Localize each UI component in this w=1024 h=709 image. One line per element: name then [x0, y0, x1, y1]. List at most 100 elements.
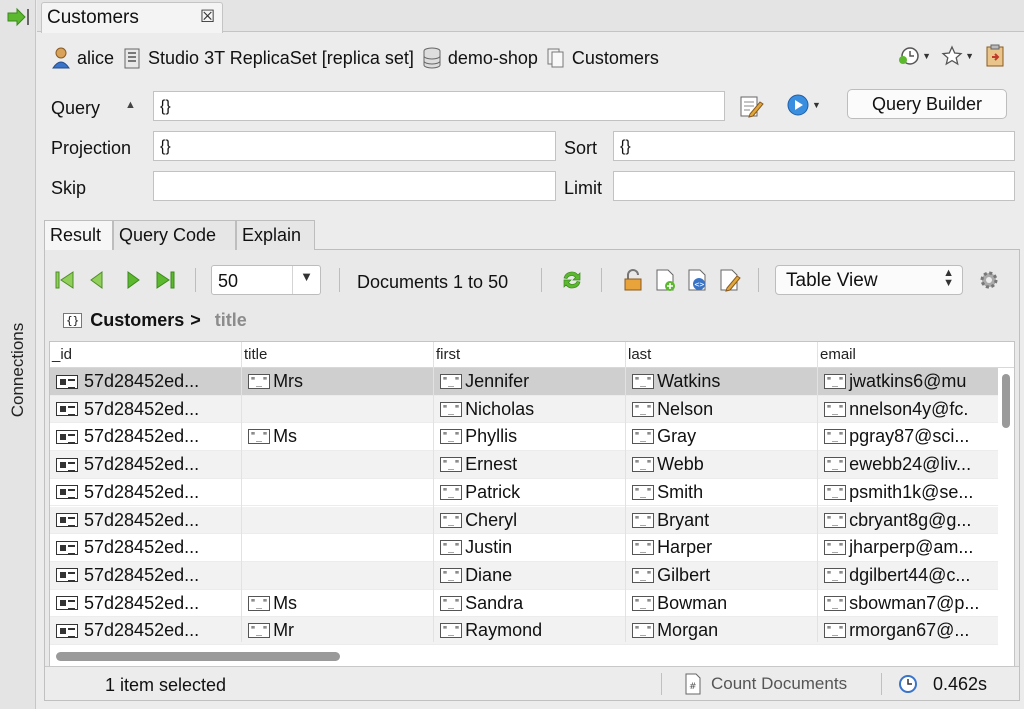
table-cell-title[interactable]: "_" Mrs — [248, 371, 428, 392]
string-type-icon: "_" — [248, 595, 271, 611]
table-row[interactable]: 57d28452ed... "_" Cheryl "_" Bryant "_" cbryan… — [50, 506, 998, 535]
table-row[interactable]: 57d28452ed... "_" Nicholas "_" Nelson "_" nnel… — [50, 395, 998, 424]
table-cell-id[interactable]: 57d28452ed... — [56, 454, 236, 475]
table-cell-last[interactable]: "_" Webb — [632, 454, 812, 475]
table-cell-last[interactable]: "_" Nelson — [632, 399, 812, 420]
last-page-icon[interactable] — [153, 268, 177, 292]
skip-input[interactable] — [153, 171, 556, 201]
table-row[interactable]: 57d28452ed... "_" Diane "_" Gilbert "_" dgilbe… — [50, 561, 998, 590]
column-header-title[interactable]: title — [244, 346, 267, 363]
table-cell-first[interactable]: "_" Nicholas — [440, 399, 620, 420]
table-cell-title[interactable]: "_" Mr — [248, 620, 428, 641]
table-cell-first[interactable]: "_" Cheryl — [440, 510, 620, 531]
export-button[interactable] — [984, 44, 1006, 68]
expand-arrow-icon[interactable] — [5, 6, 31, 28]
previous-page-icon[interactable] — [85, 268, 109, 292]
table-cell-first[interactable]: "_" Patrick — [440, 482, 620, 503]
query-input[interactable]: {} — [153, 91, 725, 121]
projection-input[interactable]: {} — [153, 131, 556, 161]
table-row[interactable]: 57d28452ed... "_" Mr "_" Raymond "_" Morgan "_"… — [50, 617, 998, 645]
table-cell-id[interactable]: 57d28452ed... — [56, 426, 236, 447]
tab-customers[interactable]: Customers ☒ — [41, 2, 223, 33]
table-cell-email[interactable]: "_" cbryant8g@g... — [824, 510, 994, 531]
add-document-icon[interactable] — [653, 268, 677, 292]
close-icon[interactable]: ☒ — [200, 7, 215, 27]
horizontal-scrollbar[interactable] — [56, 652, 340, 661]
table-cell-email[interactable]: "_" nnelson4y@fc. — [824, 399, 994, 420]
table-cell-id[interactable]: 57d28452ed... — [56, 593, 236, 614]
page-size-select[interactable]: 50 ▼ — [211, 265, 321, 295]
table-row[interactable]: 57d28452ed... "_" Justin "_" Harper "_" jharpe… — [50, 534, 998, 562]
table-cell-id[interactable]: 57d28452ed... — [56, 482, 236, 503]
limit-input[interactable] — [613, 171, 1015, 201]
refresh-icon[interactable] — [560, 268, 584, 292]
vertical-scrollbar[interactable] — [1002, 374, 1010, 428]
table-cell-id[interactable]: 57d28452ed... — [56, 399, 236, 420]
table-cell-first[interactable]: "_" Justin — [440, 537, 620, 558]
table-cell-email[interactable]: "_" ewebb24@liv... — [824, 454, 994, 475]
table-cell-id[interactable]: 57d28452ed... — [56, 620, 236, 641]
view-json-icon[interactable]: <> — [685, 268, 709, 292]
table-cell-first[interactable]: "_" Sandra — [440, 593, 620, 614]
gear-icon[interactable] — [977, 268, 1001, 292]
table-row[interactable]: 57d28452ed... "_" Ms "_" Phyllis "_" Gray "_" pg… — [50, 423, 998, 452]
table-cell-first[interactable]: "_" Raymond — [440, 620, 620, 641]
next-page-icon[interactable] — [121, 268, 145, 292]
table-cell-last[interactable]: "_" Watkins — [632, 371, 812, 392]
table-cell-first[interactable]: "_" Ernest — [440, 454, 620, 475]
table-cell-last[interactable]: "_" Morgan — [632, 620, 812, 641]
table-row[interactable]: 57d28452ed... "_" Mrs "_" Jennifer "_" Watkins… — [50, 368, 998, 396]
table-cell-id[interactable]: 57d28452ed... — [56, 510, 236, 531]
chevron-down-icon[interactable]: ▼ — [292, 266, 320, 294]
path-root[interactable]: Customers — [90, 310, 184, 331]
table-cell-email[interactable]: "_" psmith1k@se... — [824, 482, 994, 503]
connections-sidebar: Connections — [0, 0, 36, 709]
favorite-button[interactable]: ▼ — [941, 45, 974, 67]
column-header-email[interactable]: email — [820, 346, 856, 363]
cell-value: Sandra — [465, 592, 524, 613]
table-cell-last[interactable]: "_" Harper — [632, 537, 812, 558]
table-cell-first[interactable]: "_" Diane — [440, 565, 620, 586]
query-builder-button[interactable]: Query Builder — [847, 89, 1007, 119]
table-cell-id[interactable]: 57d28452ed... — [56, 371, 236, 392]
table-cell-email[interactable]: "_" rmorgan67@... — [824, 620, 994, 641]
table-cell-title[interactable]: "_" Ms — [248, 593, 428, 614]
edit-document-icon[interactable] — [717, 268, 741, 292]
connections-label[interactable]: Connections — [8, 323, 28, 418]
edit-query-icon[interactable] — [738, 93, 764, 119]
table-cell-last[interactable]: "_" Smith — [632, 482, 812, 503]
table-cell-first[interactable]: "_" Jennifer — [440, 371, 620, 392]
first-page-icon[interactable] — [53, 268, 77, 292]
count-documents-button[interactable]: # Count Documents — [683, 673, 847, 695]
tab-explain[interactable]: Explain — [236, 220, 315, 250]
breadcrumb: alice Studio 3T ReplicaSet [replica set]… — [51, 45, 667, 71]
view-mode-select[interactable]: Table View ▲ ▼ — [775, 265, 963, 295]
column-header-id[interactable]: _id — [52, 346, 72, 363]
table-cell-email[interactable]: "_" sbowman7@p... — [824, 593, 994, 614]
table-cell-title[interactable]: "_" Ms — [248, 426, 428, 447]
table-cell-email[interactable]: "_" pgray87@sci... — [824, 426, 994, 447]
collapse-caret-icon[interactable]: ▲ — [125, 99, 136, 111]
sort-input[interactable]: {} — [613, 131, 1015, 161]
tab-result[interactable]: Result — [44, 220, 113, 250]
run-query-button[interactable]: ▼ — [786, 93, 821, 117]
table-cell-email[interactable]: "_" dgilbert44@c... — [824, 565, 994, 586]
table-cell-email[interactable]: "_" jwatkins6@mu — [824, 371, 994, 392]
table-cell-email[interactable]: "_" jharperp@am... — [824, 537, 994, 558]
column-header-first[interactable]: first — [436, 346, 460, 363]
column-header-last[interactable]: last — [628, 346, 651, 363]
table-cell-last[interactable]: "_" Gray — [632, 426, 812, 447]
table-cell-id[interactable]: 57d28452ed... — [56, 537, 236, 558]
table-cell-id[interactable]: 57d28452ed... — [56, 565, 236, 586]
table-cell-last[interactable]: "_" Bowman — [632, 593, 812, 614]
table-row[interactable]: 57d28452ed... "_" Ms "_" Sandra "_" Bowman "_" s… — [50, 590, 998, 618]
tab-query-code[interactable]: Query Code — [113, 220, 236, 250]
table-row[interactable]: 57d28452ed... "_" Patrick "_" Smith "_" psmith… — [50, 479, 998, 507]
history-button[interactable]: ▼ — [898, 45, 931, 67]
string-type-icon: "_" — [824, 374, 847, 389]
table-row[interactable]: 57d28452ed... "_" Ernest "_" Webb "_" ewebb24@… — [50, 451, 998, 479]
table-cell-last[interactable]: "_" Gilbert — [632, 565, 812, 586]
lock-icon[interactable] — [621, 268, 645, 292]
table-cell-first[interactable]: "_" Phyllis — [440, 426, 620, 447]
table-cell-last[interactable]: "_" Bryant — [632, 510, 812, 531]
